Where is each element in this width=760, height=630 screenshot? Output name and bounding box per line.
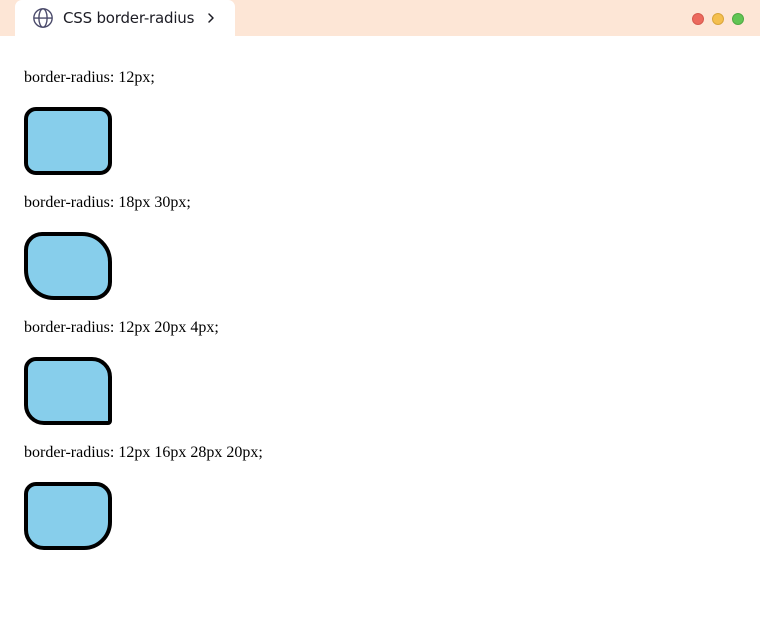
- title-bar: CSS border-radius: [0, 0, 760, 36]
- demo-box: [24, 107, 112, 175]
- demo-label: border-radius: 12px 20px 4px;: [24, 319, 219, 336]
- chevron-right-icon[interactable]: [206, 12, 216, 24]
- maximize-window-button[interactable]: [732, 13, 744, 25]
- browser-window: CSS border-radius border-radius: 12px; b…: [0, 0, 760, 630]
- globe-icon: [33, 8, 53, 28]
- demo-box: [24, 357, 112, 425]
- close-window-button[interactable]: [692, 13, 704, 25]
- window-controls: [692, 13, 744, 25]
- demo-box: [24, 482, 112, 550]
- demo-label: border-radius: 18px 30px;: [24, 194, 191, 211]
- minimize-window-button[interactable]: [712, 13, 724, 25]
- tab-title: CSS border-radius: [63, 9, 195, 27]
- demo-label: border-radius: 12px 16px 28px 20px;: [24, 444, 263, 461]
- demo-box: [24, 232, 112, 300]
- demo-label: border-radius: 12px;: [24, 69, 155, 86]
- browser-tab[interactable]: CSS border-radius: [15, 0, 235, 36]
